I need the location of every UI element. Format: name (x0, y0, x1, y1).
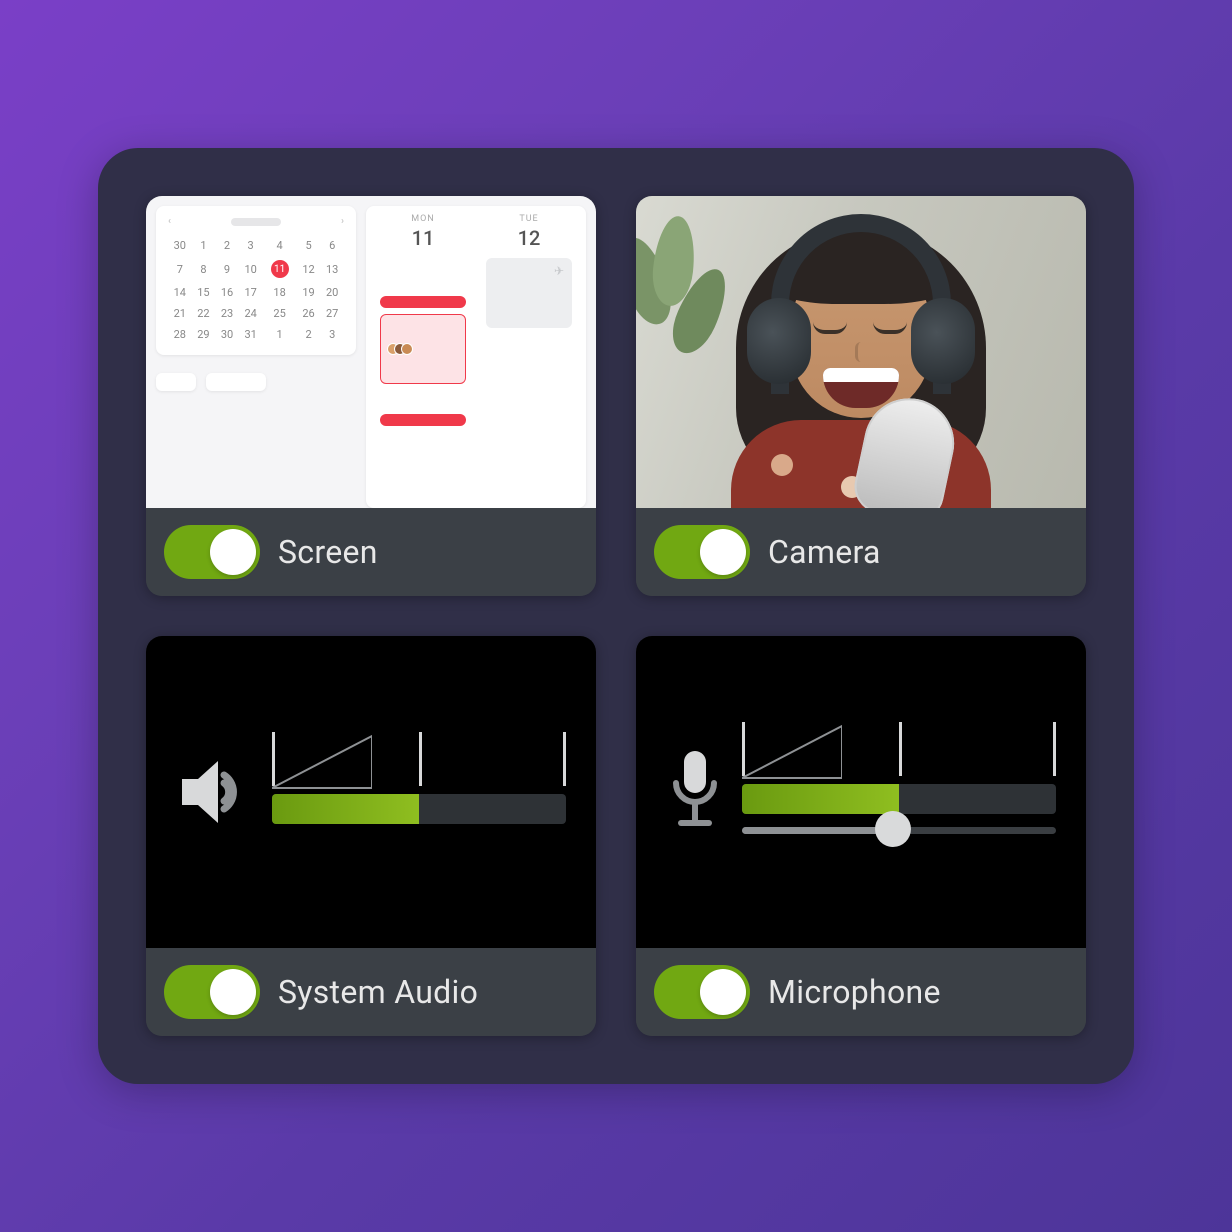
screen-toggle[interactable] (164, 525, 260, 579)
chevron-left-icon: ‹ (168, 216, 171, 227)
calendar-event: ✈ (486, 258, 572, 328)
system-audio-toggle[interactable] (164, 965, 260, 1019)
day-header: MON (380, 214, 466, 224)
camera-card: Camera (636, 196, 1086, 596)
screen-card: ‹ › 30123456 78910111213 14151617181920 … (146, 196, 596, 596)
camera-toggle[interactable] (654, 525, 750, 579)
microphone-toggle[interactable] (654, 965, 750, 1019)
system-audio-preview (146, 636, 596, 948)
microphone-level-fill (742, 784, 899, 814)
microphone-icon (666, 747, 724, 837)
microphone-preview (636, 636, 1086, 948)
microphone-gain-slider[interactable] (742, 822, 1056, 836)
calendar-day-view: MON 11 TUE 12 ✈ (366, 206, 586, 508)
camera-preview (636, 196, 1086, 508)
system-audio-level (272, 732, 566, 852)
microphone-level (742, 722, 1056, 862)
camera-label: Camera (768, 533, 881, 571)
system-audio-label: System Audio (278, 973, 478, 1011)
screen-preview: ‹ › 30123456 78910111213 14151617181920 … (146, 196, 596, 508)
calendar-event (380, 414, 466, 426)
system-audio-card: System Audio (146, 636, 596, 1036)
system-audio-level-fill (272, 794, 419, 824)
person-illustration (711, 210, 1011, 508)
mini-calendar: ‹ › 30123456 78910111213 14151617181920 … (156, 206, 356, 355)
screen-label: Screen (278, 533, 378, 571)
airplane-icon: ✈ (554, 264, 564, 278)
day-number: 11 (380, 226, 466, 250)
speaker-icon (176, 753, 254, 831)
day-number: 12 (486, 226, 572, 250)
recording-sources-panel: ‹ › 30123456 78910111213 14151617181920 … (98, 148, 1134, 1084)
chevron-right-icon: › (341, 216, 344, 227)
day-header: TUE (486, 214, 572, 224)
calendar-event (380, 296, 466, 308)
microphone-label: Microphone (768, 973, 941, 1011)
microphone-card: Microphone (636, 636, 1086, 1036)
calendar-event (380, 314, 466, 384)
